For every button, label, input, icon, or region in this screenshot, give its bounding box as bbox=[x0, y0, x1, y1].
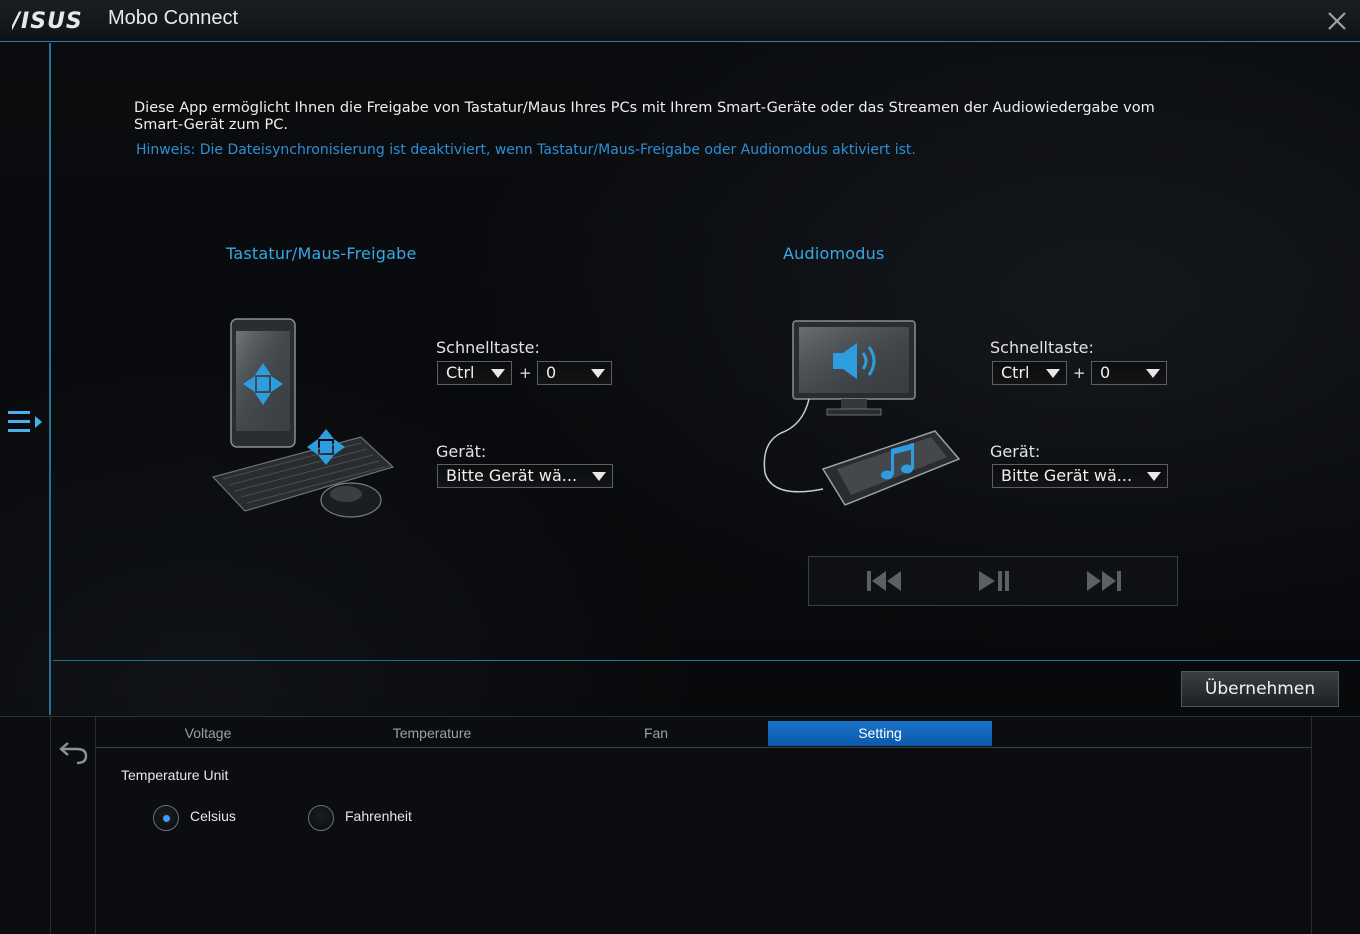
audio-hotkey-label: Schnelltaste: bbox=[990, 338, 1094, 357]
keyboard-hotkey-key-select[interactable]: 0 bbox=[537, 361, 612, 385]
audio-hotkey-plus: + bbox=[1073, 364, 1086, 382]
menu-expand-icon[interactable] bbox=[6, 408, 46, 438]
app-window: /ISUS Mobo Connect Diese App ermöglicht … bbox=[0, 0, 1360, 934]
tab-voltage[interactable]: Voltage bbox=[96, 721, 320, 746]
chevron-down-icon bbox=[491, 369, 505, 378]
audio-hotkey-key-value: 0 bbox=[1100, 363, 1111, 382]
fahrenheit-radio[interactable] bbox=[308, 805, 334, 831]
radio-selected-dot bbox=[163, 815, 170, 822]
celsius-label[interactable]: Celsius bbox=[190, 808, 236, 824]
close-icon[interactable] bbox=[1324, 8, 1350, 34]
hint-text: Hinweis: Die Dateisynchronisierung ist d… bbox=[136, 142, 916, 158]
asus-logo: /ISUS bbox=[12, 9, 83, 33]
audio-hotkey-modifier-value: Ctrl bbox=[1001, 363, 1030, 382]
audio-hotkey-modifier-select[interactable]: Ctrl bbox=[992, 361, 1067, 385]
audio-mode-title: Audiomodus bbox=[783, 244, 885, 263]
app-title: Mobo Connect bbox=[108, 7, 239, 29]
next-icon[interactable] bbox=[1084, 568, 1124, 594]
previous-icon[interactable] bbox=[865, 568, 905, 594]
temperature-unit-label: Temperature Unit bbox=[121, 767, 229, 783]
tab-setting[interactable]: Setting bbox=[768, 721, 992, 746]
divider bbox=[53, 660, 1360, 661]
divider bbox=[95, 717, 96, 934]
audio-hotkey-key-select[interactable]: 0 bbox=[1091, 361, 1167, 385]
keyboard-device-label: Gerät: bbox=[436, 442, 487, 461]
chevron-down-icon bbox=[592, 472, 606, 481]
left-sidebar bbox=[0, 43, 51, 715]
keyboard-mouse-title: Tastatur/Maus-Freigabe bbox=[226, 244, 417, 263]
keyboard-device-value: Bitte Gerät wä... bbox=[446, 466, 578, 485]
audio-device-label: Gerät: bbox=[990, 442, 1041, 461]
keyboard-hotkey-plus: + bbox=[519, 364, 532, 382]
monitor-tabs: Voltage Temperature Fan Setting bbox=[96, 721, 1311, 748]
phone-keyboard-illustration bbox=[211, 318, 395, 518]
main-panel: Diese App ermöglicht Ihnen die Freigabe … bbox=[53, 43, 1360, 715]
audio-device-select[interactable]: Bitte Gerät wä... bbox=[992, 464, 1168, 488]
tab-temperature[interactable]: Temperature bbox=[320, 721, 544, 746]
title-bar: /ISUS Mobo Connect bbox=[0, 0, 1360, 42]
bottom-panel: Voltage Temperature Fan Setting Temperat… bbox=[0, 716, 1360, 934]
divider bbox=[50, 717, 51, 934]
chevron-down-icon bbox=[591, 369, 605, 378]
svg-text:/ISUS: /ISUS bbox=[12, 9, 83, 33]
keyboard-hotkey-modifier-select[interactable]: Ctrl bbox=[437, 361, 512, 385]
keyboard-hotkey-modifier-value: Ctrl bbox=[446, 363, 475, 382]
chevron-down-icon bbox=[1046, 369, 1060, 378]
celsius-radio[interactable] bbox=[153, 805, 179, 831]
tab-fan[interactable]: Fan bbox=[544, 721, 768, 746]
divider bbox=[1311, 717, 1312, 934]
chevron-down-icon bbox=[1147, 472, 1161, 481]
fahrenheit-label[interactable]: Fahrenheit bbox=[345, 808, 412, 824]
audio-device-value: Bitte Gerät wä... bbox=[1001, 466, 1133, 485]
app-description: Diese App ermöglicht Ihnen die Freigabe … bbox=[134, 100, 1155, 133]
apply-button[interactable]: Übernehmen bbox=[1181, 671, 1339, 707]
play-pause-icon[interactable] bbox=[975, 568, 1015, 594]
monitor-phone-audio-illustration bbox=[763, 320, 961, 506]
chevron-down-icon bbox=[1146, 369, 1160, 378]
keyboard-hotkey-label: Schnelltaste: bbox=[436, 338, 540, 357]
back-icon[interactable] bbox=[58, 737, 90, 765]
keyboard-hotkey-key-value: 0 bbox=[546, 363, 557, 382]
keyboard-device-select[interactable]: Bitte Gerät wä... bbox=[437, 464, 613, 488]
media-controls bbox=[808, 556, 1178, 606]
